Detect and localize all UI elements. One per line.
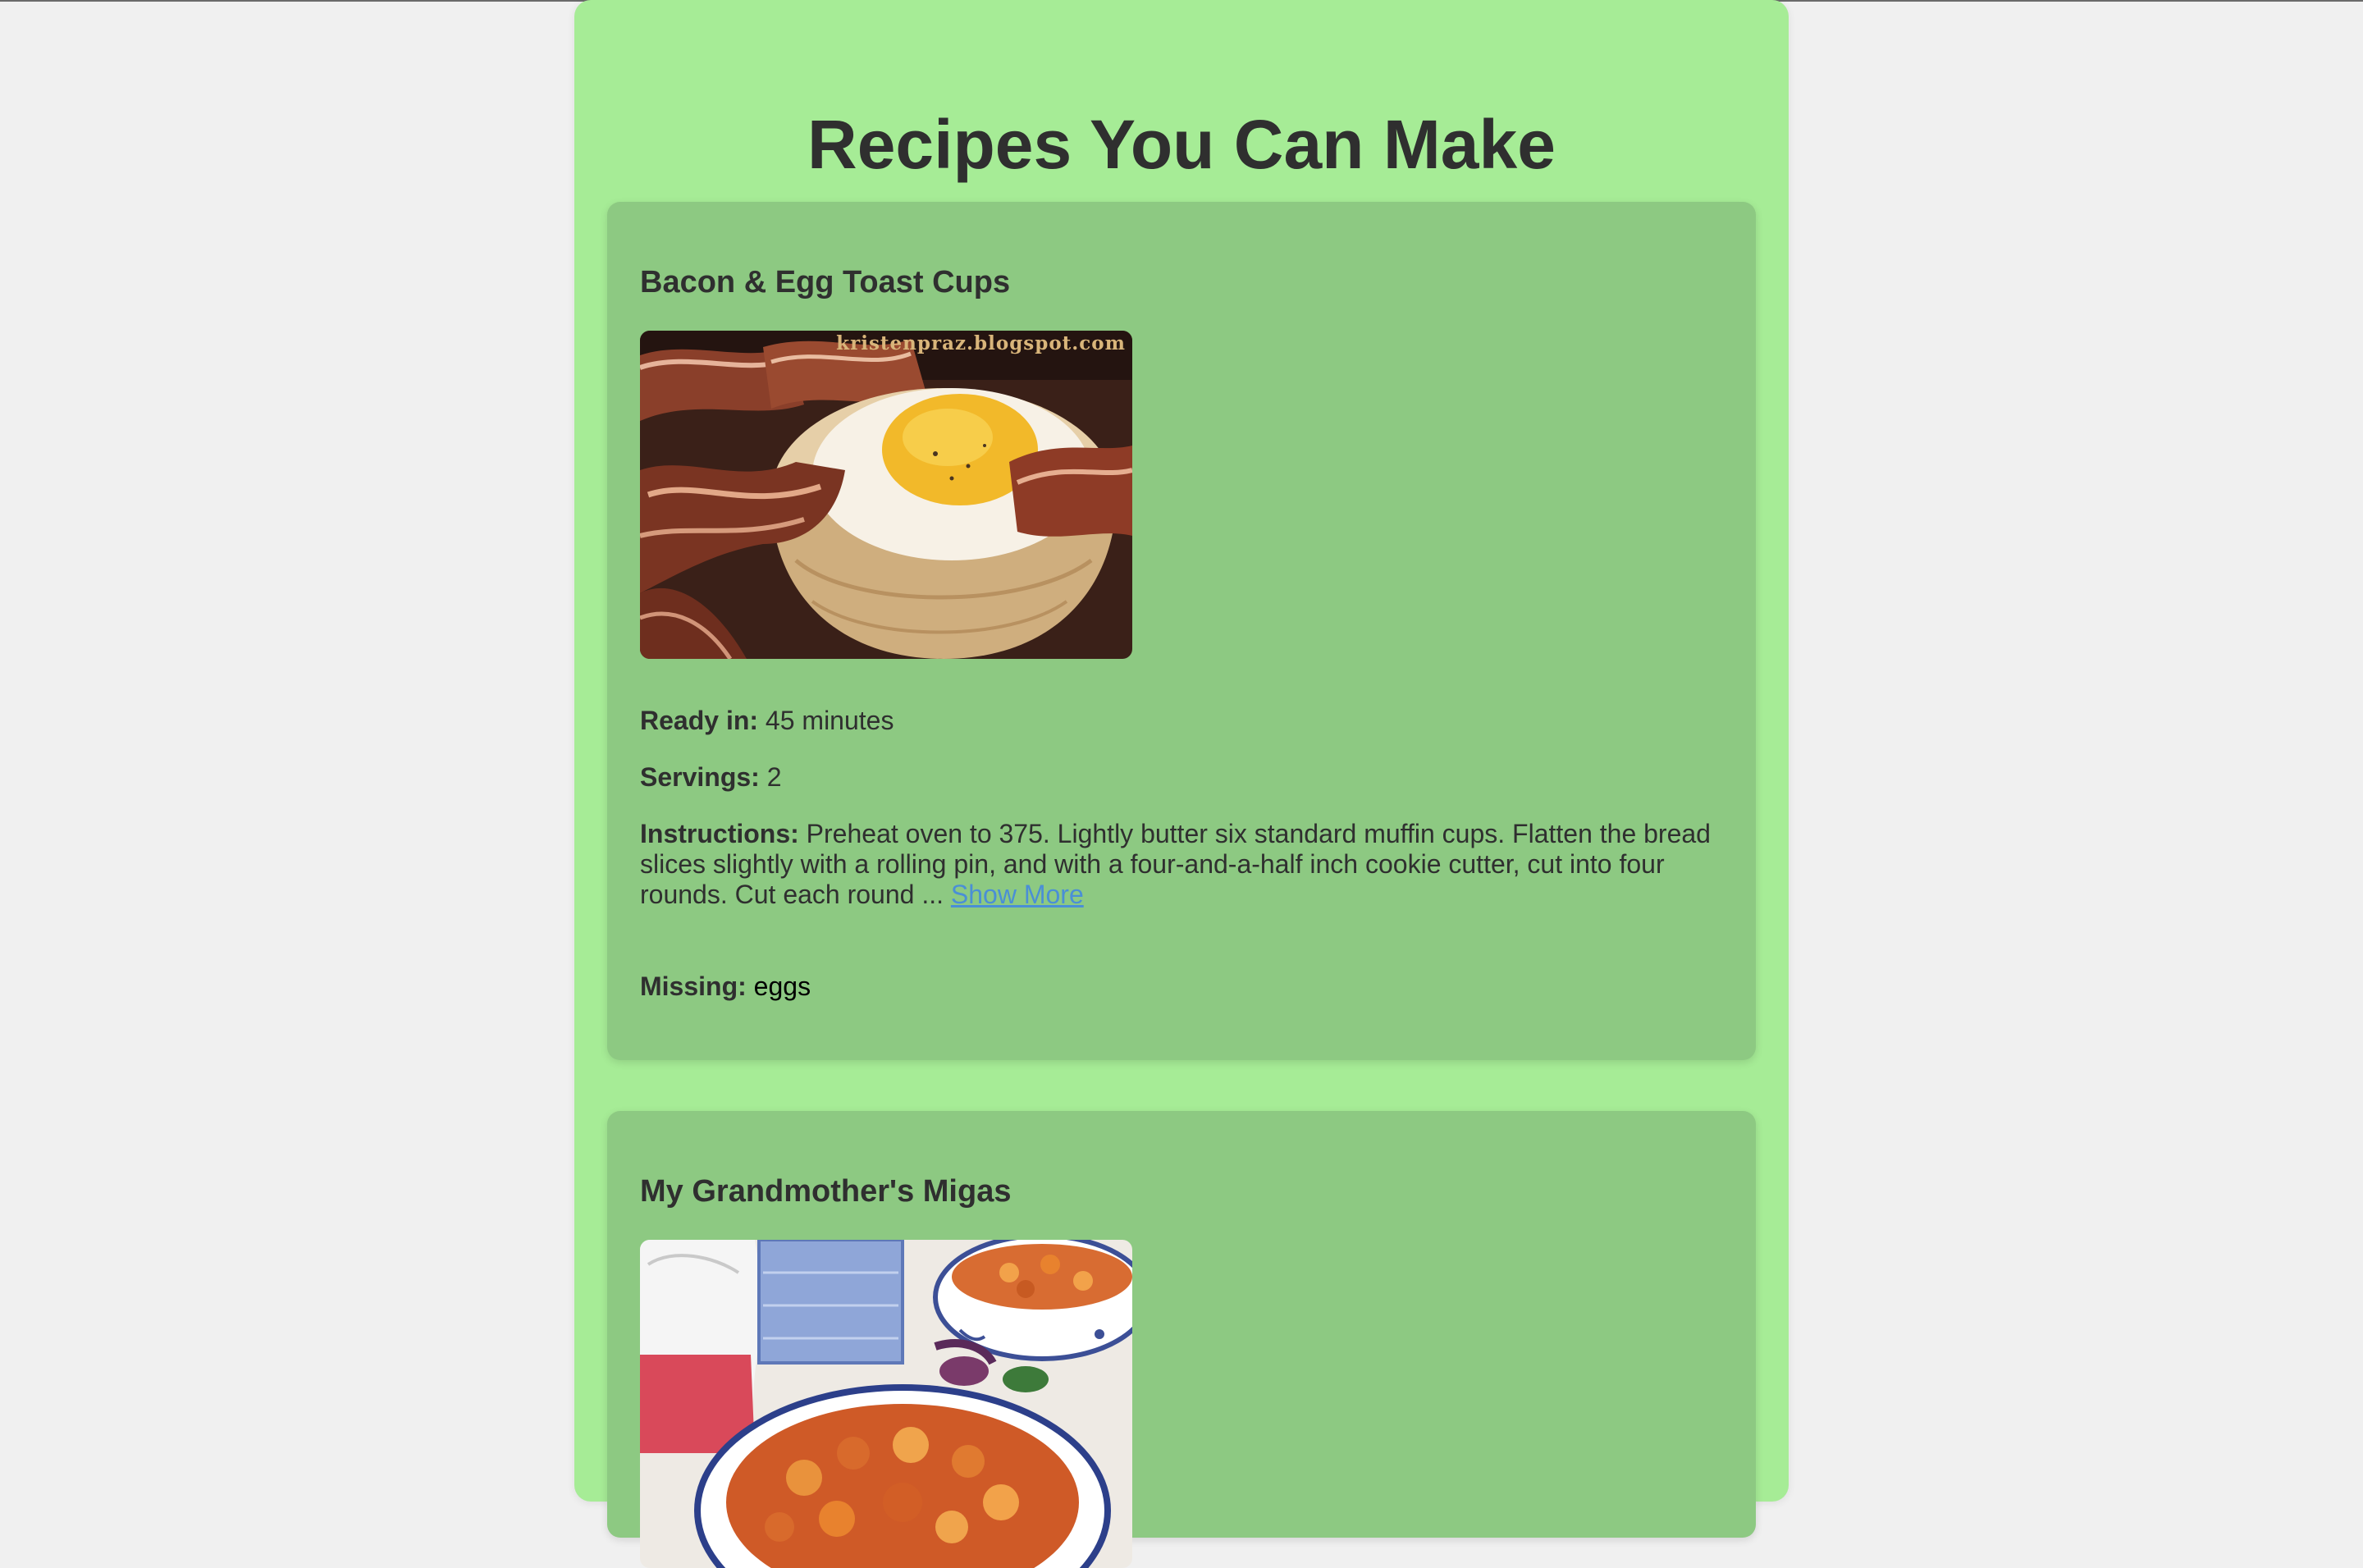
missing-value: eggs <box>753 971 811 1001</box>
missing-label: Missing: <box>640 971 747 1001</box>
show-more-link[interactable]: Show More <box>951 880 1084 909</box>
page-title: Recipes You Can Make <box>807 106 1556 183</box>
recipe-card: My Grandmother's Migas <box>607 1111 1756 1568</box>
recipe-card: Bacon & Egg Toast Cups kristenpraz.blogs… <box>607 202 1756 1060</box>
ready-in-row: Ready in: 45 minutes <box>640 706 1731 736</box>
servings-label: Servings: <box>640 762 760 792</box>
recipes-container: Recipes You Can Make Bacon & Egg Toast C… <box>574 0 1789 1568</box>
bacon-egg-cup-photo <box>640 331 1132 659</box>
recipe-image <box>640 1240 1132 1568</box>
instructions-text: Preheat oven to 375. Lightly butter six … <box>640 819 1711 909</box>
ready-in-label: Ready in: <box>640 706 759 735</box>
servings-row: Servings: 2 <box>640 762 1731 793</box>
recipe-image: kristenpraz.blogspot.com <box>640 331 1132 659</box>
migas-photo <box>640 1240 1132 1568</box>
recipe-title: My Grandmother's Migas <box>640 1174 1012 1209</box>
instructions-row: Instructions: Preheat oven to 375. Light… <box>640 819 1731 910</box>
missing-row: Missing: eggs <box>640 971 1731 1002</box>
instructions-label: Instructions: <box>640 819 799 848</box>
servings-value: 2 <box>766 762 782 792</box>
ready-in-value: 45 minutes <box>765 706 894 735</box>
recipe-title: Bacon & Egg Toast Cups <box>640 265 1011 299</box>
image-watermark: kristenpraz.blogspot.com <box>836 332 1126 354</box>
